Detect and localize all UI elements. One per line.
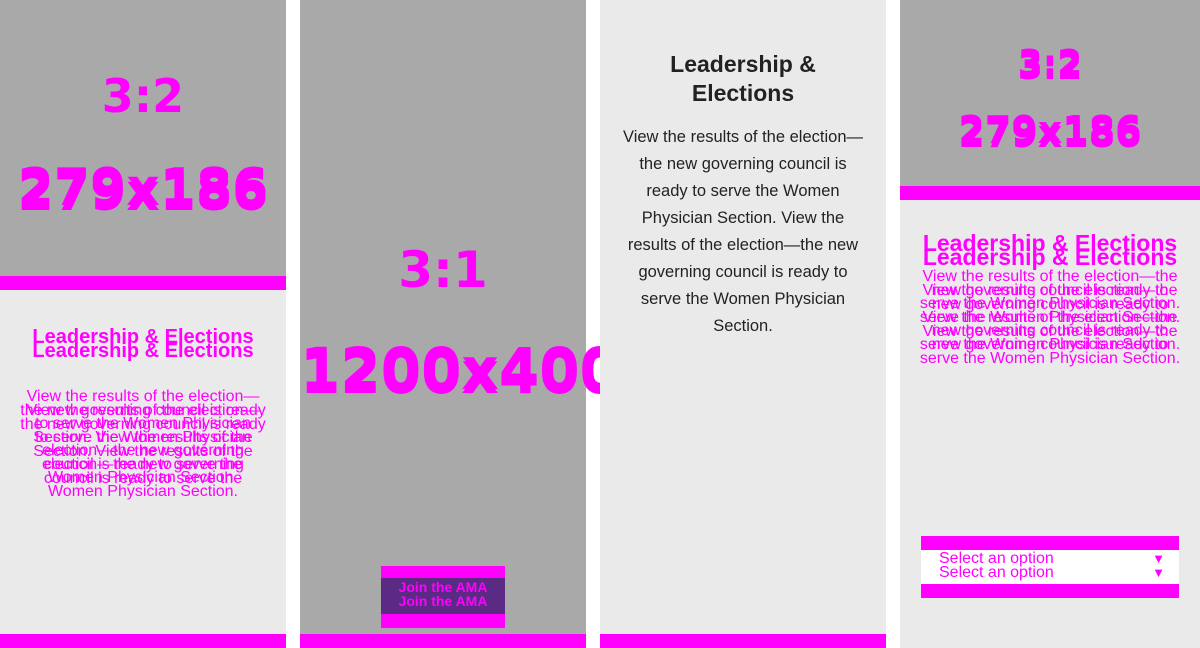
card-body-text: View the results of the election—the new…	[623, 128, 863, 335]
placeholder-ratio-label: 3:2	[101, 69, 185, 123]
placeholder-ratio-label: 3:1	[398, 241, 488, 299]
join-ama-button[interactable]: Join the AMA Join the AMA	[381, 566, 505, 628]
placeholder-size-label: 279x186 279x186	[900, 110, 1200, 154]
chevron-down-icon[interactable]: ▼ ▼	[1152, 552, 1165, 580]
bottom-accent-bar	[0, 634, 286, 648]
card-heading[interactable]: Leadership & Elections	[620, 50, 866, 108]
card-panel-1: 3:2 279x186 279x186 Leadership & Electio…	[0, 0, 286, 648]
card-body-ghost: View the results of the election—the new…	[919, 282, 1181, 367]
placeholder-size-ghost: 279x186	[17, 163, 269, 223]
card-body-text: View the results of the election—the new…	[18, 389, 268, 500]
placeholder-size-label: 1200x400 1200x400	[300, 335, 620, 407]
card-heading[interactable]: Leadership & Elections Leadership & Elec…	[914, 232, 1186, 269]
accent-bar	[900, 186, 1200, 200]
bottom-accent-bar	[300, 634, 586, 648]
placeholder-size-ghost: 1200x400	[300, 339, 620, 407]
card-body-ghost: View the results of the election—the new…	[20, 402, 266, 500]
chevron-down-icon-ghost: ▼	[1152, 565, 1165, 580]
image-placeholder	[0, 0, 286, 276]
card-heading-ghost: Leadership & Elections	[922, 244, 1178, 270]
join-ama-button-label-ghost: Join the AMA	[398, 593, 488, 609]
bottom-accent-bar	[600, 634, 886, 648]
card-panel-4: 3:2 3:2 279x186 279x186 Leadership & Ele…	[900, 0, 1200, 648]
card-panel-2: 3:1 1200x400 1200x400 Join the AMA Join …	[300, 0, 620, 648]
option-select-placeholder: Select an option Select an option	[939, 550, 1054, 581]
image-placeholder	[900, 0, 1200, 186]
placeholder-size-label: 279x186 279x186	[0, 158, 286, 223]
card-body-text: View the results of the election—the new…	[916, 269, 1184, 366]
accent-bar	[0, 276, 286, 290]
option-select[interactable]: Select an option Select an option ▼ ▼	[921, 536, 1179, 598]
placeholder-ratio-label: 3:2 3:2	[900, 44, 1200, 88]
option-select-placeholder-ghost: Select an option	[939, 564, 1054, 581]
card-heading[interactable]: Leadership & Elections Leadership & Elec…	[20, 327, 266, 361]
placeholder-ratio-ghost: 3:2	[1017, 47, 1083, 88]
card-heading-ghost: Leadership & Elections	[32, 340, 254, 362]
placeholder-size-ghost: 279x186	[958, 112, 1142, 156]
join-ama-button-label: Join the AMA Join the AMA	[381, 580, 505, 608]
card-panel-3: Leadership & Elections View the results …	[600, 0, 886, 648]
